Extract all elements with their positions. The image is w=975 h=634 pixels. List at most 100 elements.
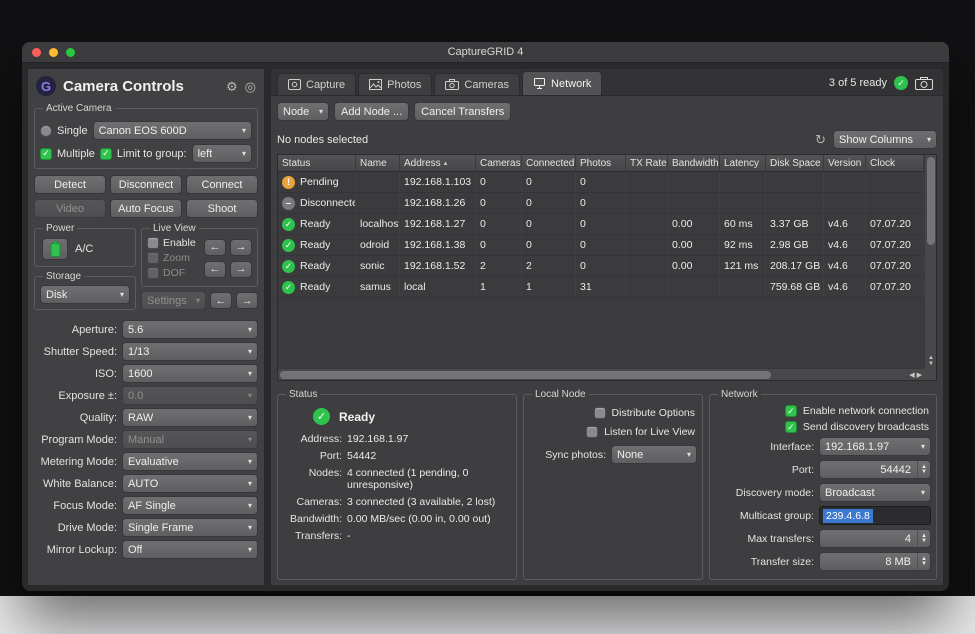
vertical-scrollbar[interactable]: ▲▼ [924,155,936,368]
gear-icon[interactable]: ⚙ [226,80,238,93]
table-row[interactable]: –Disconnected192.168.1.26000 [278,193,924,214]
right-arrow-button[interactable]: → [236,292,258,309]
port-row: Port: 54442 ▲▼ [715,460,931,479]
target-icon[interactable]: ◎ [245,80,256,93]
cell-cameras: 0 [476,235,522,255]
quality-select[interactable]: RAW▾ [122,408,258,427]
cancel-transfers-button[interactable]: Cancel Transfers [414,102,511,121]
live-view-enable-checkbox[interactable] [147,237,159,249]
limit-group-checkbox[interactable]: ✓ [100,148,112,160]
multiple-checkbox[interactable]: ✓ [40,148,52,160]
scroll-right-icon[interactable]: ▶ [917,371,922,379]
column-header-bandwidth[interactable]: Bandwidth [668,155,720,171]
live-view-dof-checkbox[interactable] [147,267,159,279]
table-row[interactable]: ✓Readylocalhost192.168.1.270000.0060 ms3… [278,214,924,235]
scroll-down-icon[interactable]: ▼ [928,361,934,367]
column-header-name[interactable]: Name [356,155,400,171]
drive-mode-select[interactable]: Single Frame▾ [122,518,258,537]
cell-name: samus [356,277,400,297]
discovery-mode-select[interactable]: Broadcast ▾ [819,483,931,502]
table-row[interactable]: ✓Readysonic192.168.1.522200.00121 ms208.… [278,256,924,277]
program-mode-select[interactable]: Manual▾ [122,430,258,449]
camera-select[interactable]: Canon EOS 600D ▾ [93,121,252,140]
column-header-disk-space[interactable]: Disk Space [766,155,824,171]
video-button[interactable]: Video [34,199,106,218]
multicast-group-input[interactable]: 239.4.6.8 [819,506,931,525]
connect-button[interactable]: Connect [186,175,258,194]
node-toolbar: Node ▾ Add Node ... Cancel Transfers [271,96,943,127]
horizontal-scrollbar[interactable]: ◀▶ [278,368,924,380]
cell-status: ✓Ready [278,277,356,297]
minimize-window-button[interactable] [49,48,58,57]
transfer-size-spinner[interactable]: 8 MB ▲▼ [819,552,931,571]
column-header-connected[interactable]: Connected [522,155,576,171]
sync-photos-select[interactable]: None ▾ [611,445,697,464]
distribute-options-checkbox[interactable] [594,407,606,419]
sort-ascending-icon: ▴ [444,159,448,167]
column-header-clock[interactable]: Clock [866,155,924,171]
group-select[interactable]: left ▾ [192,144,252,163]
window-titlebar[interactable]: CaptureGRID 4 [22,42,949,63]
close-window-button[interactable] [32,48,41,57]
chevron-down-icon: ▾ [196,296,200,305]
table-row[interactable]: !Pending192.168.1.103000 [278,172,924,193]
scroll-left-icon[interactable]: ◀ [909,371,914,379]
refresh-icon[interactable]: ↻ [815,133,826,146]
mirror-lockup-select[interactable]: Off▾ [122,540,258,559]
show-columns-button[interactable]: Show Columns ▾ [833,130,937,149]
right-arrow-button[interactable]: → [230,239,252,256]
spinner-arrows-icon[interactable]: ▲▼ [917,461,930,478]
disconnect-button[interactable]: Disconnect [110,175,182,194]
listen-live-view-checkbox[interactable] [586,426,598,438]
cell-status: ✓Ready [278,214,356,234]
discovery-broadcasts-checkbox[interactable]: ✓ [785,421,797,433]
table-row[interactable]: ✓Readysamuslocal1131759.68 GBv4.607.07.2… [278,277,924,298]
scrollbar-thumb[interactable] [280,371,771,379]
tab-photos[interactable]: Photos [358,73,432,95]
live-view-zoom-checkbox[interactable] [147,252,159,264]
column-header-cameras[interactable]: Cameras [476,155,522,171]
detect-button[interactable]: Detect [34,175,106,194]
column-header-tx-rate[interactable]: TX Rate [626,155,668,171]
spinner-arrows-icon[interactable]: ▲▼ [917,530,930,547]
group-label: Network [718,389,761,400]
tab-capture[interactable]: Capture [277,73,356,95]
spinner-arrows-icon[interactable]: ▲▼ [917,553,930,570]
tab-cameras[interactable]: Cameras [434,73,520,95]
cell-connected: 0 [522,214,576,234]
tab-network[interactable]: Network [522,71,602,95]
enable-network-checkbox[interactable]: ✓ [785,405,797,417]
add-node-button[interactable]: Add Node ... [334,102,409,121]
metering-mode-select[interactable]: Evaluative▾ [122,452,258,471]
settings-select[interactable]: Settings ▾ [141,291,206,310]
single-radio[interactable] [40,125,52,137]
port-spinner[interactable]: 54442 ▲▼ [819,460,931,479]
shoot-button[interactable]: Shoot [186,199,258,218]
column-header-status[interactable]: Status [278,155,356,171]
dof-label: DOF [163,267,185,279]
column-header-version[interactable]: Version [824,155,866,171]
max-transfers-spinner[interactable]: 4 ▲▼ [819,529,931,548]
iso-select[interactable]: 1600▾ [122,364,258,383]
zoom-window-button[interactable] [66,48,75,57]
exposure-select[interactable]: 0.0▾ [122,386,258,405]
aperture-select[interactable]: 5.6▾ [122,320,258,339]
interface-select[interactable]: 192.168.1.97 ▾ [819,437,931,456]
left-arrow-button[interactable]: ← [210,292,232,309]
table-row[interactable]: ✓Readyodroid192.168.1.380000.0092 ms2.98… [278,235,924,256]
chevron-down-icon: ▾ [248,391,252,400]
focus-mode-select[interactable]: AF Single▾ [122,496,258,515]
node-menu-button[interactable]: Node ▾ [277,102,329,121]
right-arrow-button[interactable]: → [230,261,252,278]
column-header-latency[interactable]: Latency [720,155,766,171]
shutter-speed-select[interactable]: 1/13▾ [122,342,258,361]
left-arrow-button[interactable]: ← [204,239,226,256]
column-header-photos[interactable]: Photos [576,155,626,171]
battery-button[interactable] [42,238,68,260]
scrollbar-thumb[interactable] [927,157,935,245]
auto-focus-button[interactable]: Auto Focus [110,199,182,218]
column-header-address[interactable]: Address▴ [400,155,476,171]
left-arrow-button[interactable]: ← [204,261,226,278]
white-balance-select[interactable]: AUTO▾ [122,474,258,493]
storage-select[interactable]: Disk ▾ [40,285,130,304]
